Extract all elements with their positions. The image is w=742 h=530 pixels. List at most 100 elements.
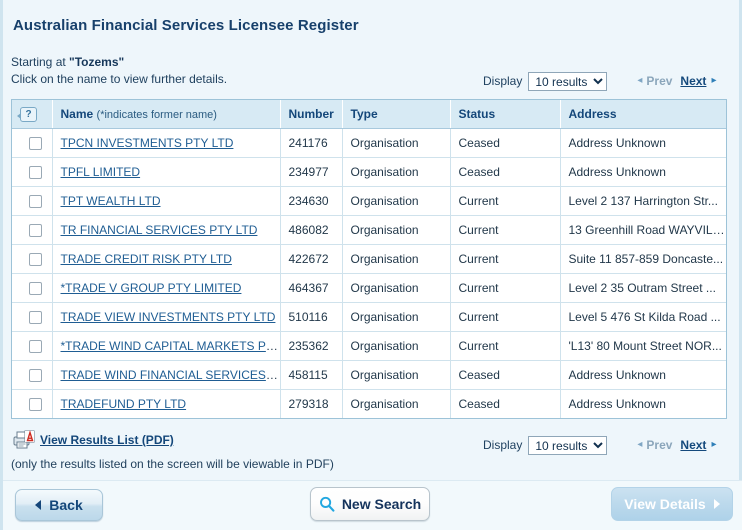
cell-number: 486082 [280, 215, 343, 245]
pagination-bottom: ◂ Prev Next ▸ [637, 438, 716, 452]
row-checkbox[interactable] [29, 253, 43, 267]
cell-number: 279318 [280, 389, 343, 418]
cell-status: Ceased [450, 360, 561, 390]
row-checkbox[interactable] [29, 369, 43, 383]
cell-status: Ceased [450, 157, 561, 187]
arrow-left-icon [35, 500, 42, 510]
licensee-name-link[interactable]: TPT WEALTH LTD [61, 194, 161, 208]
cell-number: 510116 [280, 302, 343, 332]
cell-status: Current [450, 244, 561, 274]
next-arrow-icon-bottom[interactable]: ▸ [711, 440, 716, 450]
licensee-name-link[interactable]: *TRADE WIND CAPITAL MARKETS PT... [61, 339, 280, 353]
cell-status: Current [450, 273, 561, 303]
back-button[interactable]: Back [15, 489, 103, 521]
licensee-name-link[interactable]: *TRADE V GROUP PTY LIMITED [61, 281, 242, 295]
row-checkbox[interactable] [29, 166, 43, 180]
view-results-pdf-row[interactable]: View Results List (PDF) [13, 430, 174, 450]
help-column-header: ? [12, 100, 53, 129]
licensee-name-link[interactable]: TR FINANCIAL SERVICES PTY LTD [61, 223, 258, 237]
table-row: TPCN INVESTMENTS PTY LTD 241176 Organisati… [12, 128, 726, 158]
table-header-row: ? Name (*indicates former name) Number T… [12, 100, 726, 129]
cell-number: 241176 [280, 128, 343, 158]
row-checkbox-cell [12, 273, 53, 303]
prev-link-bottom[interactable]: Prev [646, 438, 672, 452]
cell-type: Organisation [342, 157, 451, 187]
cell-type: Organisation [342, 389, 451, 418]
cell-number: 422672 [280, 244, 343, 274]
cell-type: Organisation [342, 244, 451, 274]
starting-at-prefix: Starting at [11, 55, 70, 69]
next-arrow-icon-top[interactable]: ▸ [711, 76, 716, 86]
table-row: TRADEFUND PTY LTD 279318 Organisation Cease… [12, 389, 726, 418]
column-header-name[interactable]: Name (*indicates former name) [52, 100, 281, 129]
row-checkbox[interactable] [29, 195, 43, 209]
cell-name: TPT WEALTH LTD [52, 186, 281, 216]
starting-at-line: Starting at "Tozems" [11, 55, 124, 69]
table-row: *TRADE V GROUP PTY LIMITED 464367 Organisa… [12, 273, 726, 303]
cell-status: Ceased [450, 128, 561, 158]
row-checkbox[interactable] [29, 311, 43, 325]
cell-status: Current [450, 215, 561, 245]
cell-status: Current [450, 302, 561, 332]
cell-number: 458115 [280, 360, 343, 390]
back-button-label: Back [49, 497, 83, 513]
results-table-container: ? Name (*indicates former name) Number T… [11, 99, 727, 419]
next-link-top[interactable]: Next [680, 74, 706, 88]
licensee-name-link[interactable]: TRADE VIEW INVESTMENTS PTY LTD [61, 310, 276, 324]
arrow-right-icon [713, 499, 720, 509]
prev-link-top[interactable]: Prev [646, 74, 672, 88]
cell-type: Organisation [342, 273, 451, 303]
prev-arrow-icon-top: ◂ [637, 75, 643, 86]
table-row: TRADE WIND FINANCIAL SERVICES P... 458115… [12, 360, 726, 390]
view-results-pdf-link[interactable]: View Results List (PDF) [40, 433, 174, 447]
next-link-bottom[interactable]: Next [680, 438, 706, 452]
licensee-name-link[interactable]: TPCN INVESTMENTS PTY LTD [61, 136, 234, 150]
row-checkbox-cell [12, 186, 53, 216]
pdf-printer-icon [13, 430, 35, 450]
cell-name: TRADE VIEW INVESTMENTS PTY LTD [52, 302, 281, 332]
pdf-note-text: (only the results listed on the screen w… [11, 457, 334, 471]
cell-address: 13 Greenhill Road WAYVILL... [560, 215, 726, 245]
column-header-status[interactable]: Status [450, 100, 561, 129]
display-label-bottom: Display [483, 438, 523, 452]
results-controls-top: Display 10 results ◂ Prev Next ▸ [483, 71, 716, 91]
row-checkbox[interactable] [29, 137, 43, 151]
row-checkbox-cell [12, 128, 53, 158]
results-table: ? Name (*indicates former name) Number T… [12, 100, 726, 418]
row-checkbox[interactable] [29, 224, 43, 238]
cell-address: Address Unknown [560, 360, 726, 390]
view-details-button[interactable]: View Details [611, 487, 733, 521]
column-header-type[interactable]: Type [342, 100, 451, 129]
results-table-body: TPCN INVESTMENTS PTY LTD 241176 Organisati… [12, 128, 726, 418]
cell-name: TPFL LIMITED [52, 157, 281, 187]
cell-address: Address Unknown [560, 128, 726, 158]
search-icon [319, 496, 335, 512]
licensee-name-link[interactable]: TPFL LIMITED [61, 165, 141, 179]
table-row: TRADE VIEW INVESTMENTS PTY LTD 510116 Orga… [12, 302, 726, 332]
cell-name: *TRADE V GROUP PTY LIMITED [52, 273, 281, 303]
cell-address: Address Unknown [560, 157, 726, 187]
new-search-button[interactable]: New Search [310, 487, 430, 521]
row-checkbox-cell [12, 157, 53, 187]
row-checkbox-cell [12, 215, 53, 245]
column-header-number[interactable]: Number [280, 100, 343, 129]
cell-name: TR FINANCIAL SERVICES PTY LTD [52, 215, 281, 245]
cell-type: Organisation [342, 128, 451, 158]
licensee-name-link[interactable]: TRADE CREDIT RISK PTY LTD [61, 252, 232, 266]
row-checkbox-cell [12, 331, 53, 361]
help-icon[interactable]: ? [17, 107, 37, 122]
footer-action-bar: Back New Search View Details [3, 480, 742, 530]
view-details-button-label: View Details [624, 496, 706, 512]
row-checkbox-cell [12, 244, 53, 274]
results-per-page-select-top[interactable]: 10 results [528, 71, 608, 91]
column-header-address[interactable]: Address [560, 100, 726, 129]
licensee-name-link[interactable]: TRADE WIND FINANCIAL SERVICES P... [61, 368, 280, 382]
results-per-page-select-bottom[interactable]: 10 results [528, 435, 608, 455]
row-checkbox[interactable] [29, 340, 43, 354]
row-checkbox[interactable] [29, 398, 43, 412]
row-checkbox[interactable] [29, 282, 43, 296]
licensee-name-link[interactable]: TRADEFUND PTY LTD [61, 397, 187, 411]
cell-type: Organisation [342, 302, 451, 332]
cell-address: Address Unknown [560, 389, 726, 418]
column-header-name-note: (*indicates former name) [96, 109, 217, 121]
